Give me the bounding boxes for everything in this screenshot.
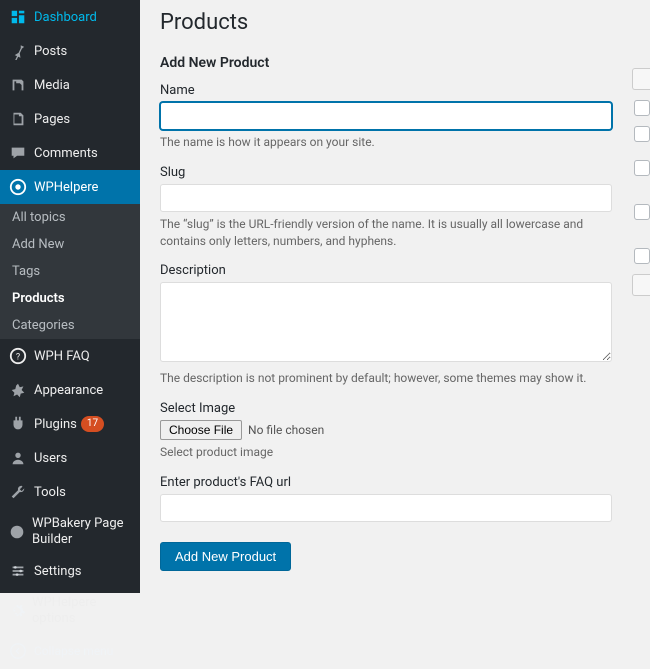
- slug-input[interactable]: [160, 184, 612, 212]
- sidebar-item-label: Dashboard: [34, 10, 97, 25]
- slug-label: Slug: [160, 165, 612, 180]
- partial-checkbox[interactable]: [634, 160, 650, 176]
- sidebar-item-wphelpere[interactable]: WPHelpere: [0, 170, 140, 204]
- field-select-image: Select Image Choose File No file chosen …: [160, 401, 612, 461]
- collapse-label: Collapse menu: [34, 644, 113, 658]
- sidebar-item-settings[interactable]: Settings: [0, 554, 140, 588]
- collapse-menu[interactable]: Collapse menu: [0, 633, 140, 669]
- wpbakery-icon: [8, 522, 26, 542]
- description-description: The description is not prominent by defa…: [160, 370, 612, 387]
- sidebar-item-label: Pages: [34, 112, 70, 127]
- sidebar-item-pages[interactable]: Pages: [0, 102, 140, 136]
- sidebar-submenu: All topics Add New Tags Products Categor…: [0, 204, 140, 339]
- users-icon: [8, 448, 28, 468]
- sidebar-item-label: WPBakery Page Builder: [32, 516, 132, 547]
- plugins-badge: 17: [81, 416, 104, 432]
- select-image-label: Select Image: [160, 401, 612, 416]
- sidebar-item-tools[interactable]: Tools: [0, 475, 140, 509]
- section-title: Add New Product: [160, 55, 612, 71]
- partial-checkbox[interactable]: [634, 126, 650, 142]
- sidebar-item-label: Tools: [34, 485, 66, 500]
- submenu-item-categories[interactable]: Categories: [0, 312, 140, 339]
- tools-icon: [8, 482, 28, 502]
- faq-url-label: Enter product's FAQ url: [160, 475, 612, 490]
- faq-url-input[interactable]: [160, 494, 612, 522]
- description-textarea[interactable]: [160, 282, 612, 362]
- partial-checkbox[interactable]: [634, 204, 650, 220]
- sidebar-item-plugins[interactable]: Plugins 17: [0, 407, 140, 441]
- field-description: Description The description is not promi…: [160, 263, 612, 387]
- right-rail-partial: [632, 0, 650, 593]
- sidebar-item-label: Settings: [34, 564, 81, 579]
- submenu-item-all-topics[interactable]: All topics: [0, 204, 140, 231]
- partial-checkbox[interactable]: [634, 248, 650, 264]
- sidebar-item-appearance[interactable]: Appearance: [0, 373, 140, 407]
- comments-icon: [8, 143, 28, 163]
- sidebar-item-label: Posts: [34, 44, 67, 59]
- collapse-icon: [8, 641, 28, 661]
- sidebar-item-label: Media: [34, 78, 70, 93]
- submenu-item-add-new[interactable]: Add New: [0, 231, 140, 258]
- faq-icon: ?: [8, 346, 28, 366]
- partial-checkbox[interactable]: [634, 100, 650, 116]
- wphelpere-icon: [8, 177, 28, 197]
- admin-sidebar: Dashboard Posts Media Pages Comments WPH…: [0, 0, 140, 593]
- settings-icon: [8, 561, 28, 581]
- sidebar-item-label: WPHelpere: [34, 180, 98, 195]
- main-content: Products Add New Product Name The name i…: [140, 0, 632, 593]
- name-label: Name: [160, 83, 612, 98]
- sidebar-item-media[interactable]: Media: [0, 68, 140, 102]
- sidebar-item-wph-faq[interactable]: ? WPH FAQ: [0, 339, 140, 373]
- submenu-item-products[interactable]: Products: [0, 285, 140, 312]
- page-title: Products: [160, 10, 612, 35]
- sidebar-item-label: WPHelpere options: [32, 595, 132, 626]
- file-status: No file chosen: [248, 423, 324, 437]
- media-icon: [8, 75, 28, 95]
- sidebar-item-dashboard[interactable]: Dashboard: [0, 0, 140, 34]
- sidebar-item-comments[interactable]: Comments: [0, 136, 140, 170]
- description-label: Description: [160, 263, 612, 278]
- pin-icon: [8, 41, 28, 61]
- partial-box[interactable]: [632, 274, 650, 296]
- select-image-description: Select product image: [160, 444, 612, 461]
- field-slug: Slug The “slug” is the URL-friendly vers…: [160, 165, 612, 250]
- sidebar-item-label: Plugins: [34, 417, 77, 432]
- appearance-icon: [8, 380, 28, 400]
- sidebar-item-posts[interactable]: Posts: [0, 34, 140, 68]
- field-faq-url: Enter product's FAQ url: [160, 475, 612, 522]
- svg-text:?: ?: [16, 353, 20, 363]
- sidebar-item-label: Comments: [34, 146, 98, 161]
- sidebar-item-label: Users: [34, 451, 67, 466]
- name-description: The name is how it appears on your site.: [160, 134, 612, 151]
- dashboard-icon: [8, 7, 28, 27]
- partial-box[interactable]: [632, 68, 650, 90]
- sidebar-item-wphelpere-options[interactable]: WPHelpere options: [0, 588, 140, 633]
- sidebar-item-label: WPH FAQ: [34, 349, 90, 364]
- sidebar-item-users[interactable]: Users: [0, 441, 140, 475]
- slug-description: The “slug” is the URL-friendly version o…: [160, 216, 612, 250]
- gear-icon: [8, 601, 26, 621]
- pages-icon: [8, 109, 28, 129]
- plugins-icon: [8, 414, 28, 434]
- sidebar-item-wpbakery[interactable]: WPBakery Page Builder: [0, 509, 140, 554]
- add-new-product-button[interactable]: Add New Product: [160, 542, 291, 571]
- submenu-item-tags[interactable]: Tags: [0, 258, 140, 285]
- sidebar-item-label: Appearance: [34, 383, 103, 398]
- field-name: Name The name is how it appears on your …: [160, 83, 612, 151]
- name-input[interactable]: [160, 102, 612, 130]
- choose-file-button[interactable]: Choose File: [160, 420, 242, 440]
